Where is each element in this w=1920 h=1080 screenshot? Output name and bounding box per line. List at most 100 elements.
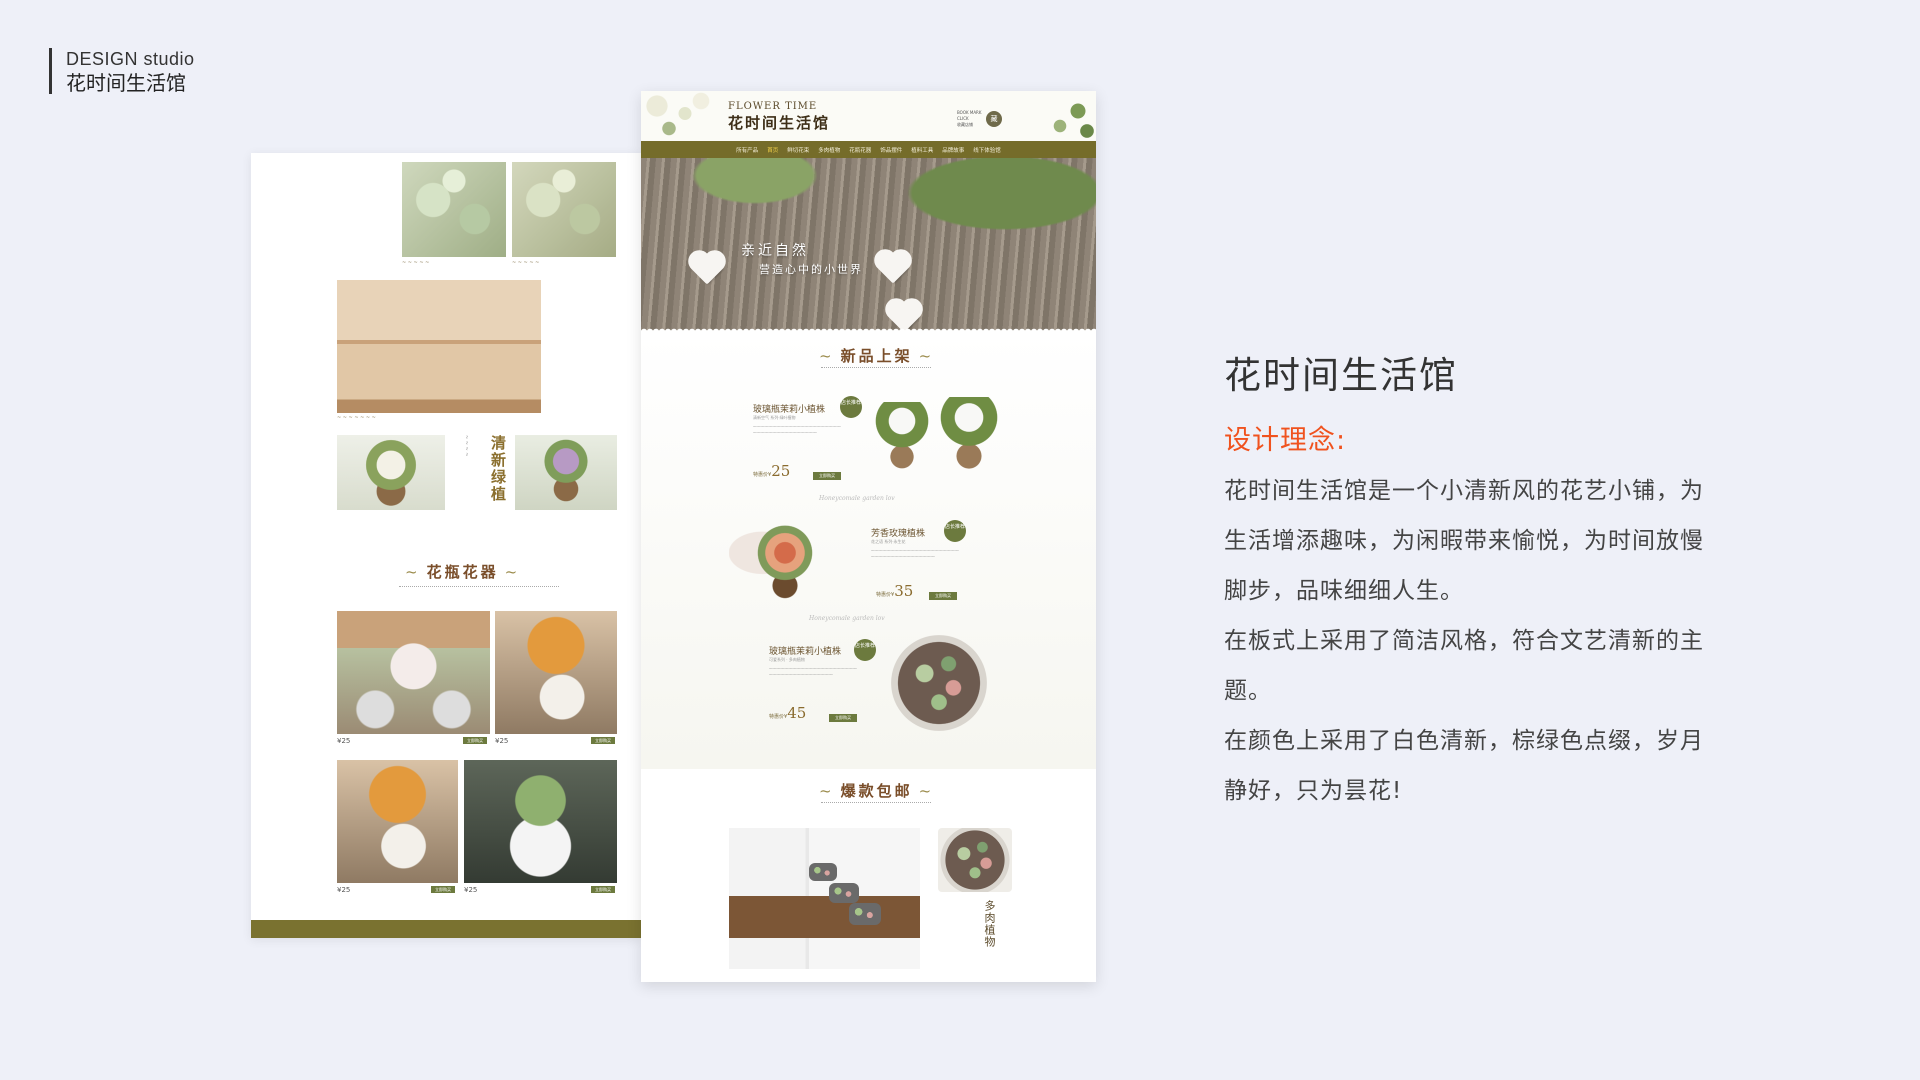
buy-button[interactable]: 立即购买	[591, 886, 615, 893]
mockup-left-panel: ~ ~ ~ ~ ~ ~ ~ ~ ~ ~ ~ ~ ~ ~ ~ ~ ~ ~ ~ ~ …	[251, 153, 641, 938]
recommend-badge: 店长推荐	[840, 396, 862, 418]
window-succulent-photo[interactable]	[729, 828, 920, 969]
nav-item-home[interactable]: 首页	[767, 146, 778, 154]
nav-item[interactable]: 植料工具	[911, 146, 933, 154]
brand-cn: 花时间生活馆	[66, 71, 186, 95]
wooden-plank	[729, 895, 920, 938]
succulent-planter	[829, 883, 859, 903]
footer-bar	[251, 916, 641, 938]
lavender-photo	[515, 435, 617, 510]
bookmark-text[interactable]: BOOK MARK CLICK 收藏店铺	[957, 110, 981, 128]
product-tag: 花之语 系列·永生花	[871, 539, 906, 544]
banner-subline: 营造心中的小世界	[759, 263, 863, 276]
nav-item[interactable]: 多肉植物	[818, 146, 840, 154]
hot-section: 爆款包邮 多肉植物	[641, 769, 1096, 982]
product-name[interactable]: 芳香玫瑰植株	[871, 526, 925, 539]
mockup-right-panel: FLOWER TIME 花时间生活馆 BOOK MARK CLICK 收藏店铺 …	[641, 91, 1096, 982]
product-name[interactable]: 玻璃瓶茉莉小植株	[753, 402, 825, 415]
item-price: ¥25	[495, 737, 509, 745]
nav-item[interactable]: 饰品摆件	[880, 146, 902, 154]
product-tag: 可爱系列 · 多肉植物	[769, 657, 805, 662]
jasmine-plant-image[interactable]	[936, 397, 1002, 479]
hero-banner[interactable]: 亲近自然 营造心中的小世界	[641, 158, 1096, 333]
heart-decoration	[691, 253, 723, 285]
flower-decoration	[641, 91, 721, 141]
script-divider: Honeycomale garden lov	[809, 615, 885, 622]
caption: ~ ~ ~ ~ ~ ~ ~	[337, 415, 376, 421]
buy-button[interactable]: 立即购买	[431, 886, 455, 893]
script-divider: Honeycomale garden lov	[819, 495, 895, 502]
succulent-bowl-image[interactable]	[891, 635, 987, 731]
caption: ~ ~ ~ ~ ~	[512, 260, 540, 266]
price-value: 45	[787, 704, 807, 722]
price-label: 特惠价¥	[753, 472, 772, 478]
description-paragraph: 花时间生活馆是一个小清新风的花艺小铺，为生活增添趣味，为闲暇带来愉悦，为时间放慢…	[1224, 478, 1704, 604]
description-paragraph: 在板式上采用了简洁风格，符合文艺清新的主题。	[1224, 628, 1704, 704]
succulent-box-photo	[512, 162, 616, 257]
product-price: 特惠价¥25	[753, 462, 790, 480]
bike-vase-photo[interactable]	[337, 611, 490, 734]
price-value: 25	[771, 462, 791, 480]
heart-decoration	[888, 301, 920, 333]
brand: DESIGN studio 花时间生活馆	[49, 48, 195, 95]
brand-en: DESIGN studio	[66, 49, 195, 69]
buy-button[interactable]: 立即购买	[463, 737, 487, 744]
item-price: ¥25	[337, 886, 351, 894]
buy-button[interactable]: 立即购买	[829, 714, 857, 722]
section-divider	[399, 586, 559, 589]
bookmark-line: 收藏店铺	[957, 122, 973, 127]
product-tag: 清新空气 系列·绿叶植物	[753, 415, 796, 420]
collect-icon[interactable]: 藏	[986, 111, 1002, 127]
banner-headline: 亲近自然	[741, 243, 809, 259]
nav-item[interactable]: 品牌故事	[942, 146, 964, 154]
section-divider	[821, 802, 931, 805]
rose-basket-image[interactable]	[729, 520, 841, 602]
shop-nav: 所有产品 首页 鲜切花束 多肉植物 花瓶花器 饰品摆件 植料工具 品牌故事 线下…	[641, 141, 1096, 158]
product-desc: ～～～～～～～～～～～～～～～～～～～～～～～～～～～～～～～～～～～～～～	[753, 424, 841, 435]
vase-section-title: 花瓶花器	[399, 561, 526, 582]
logo-cn: 花时间生活馆	[728, 114, 831, 132]
heart-decoration	[877, 252, 909, 284]
product-desc: ～～～～～～～～～～～～～～～～～～～～～～～～～～～～～～～～～～～～～～	[769, 666, 857, 677]
recommend-badge: 店长推荐	[944, 520, 966, 542]
orange-vase-photo-2[interactable]	[337, 760, 458, 883]
description-paragraph: 在颜色上采用了白色清新，棕绿色点缀，岁月静好，只为昙花!	[1224, 728, 1704, 804]
succulent-label: 多肉植物	[983, 900, 996, 948]
buy-button[interactable]: 立即购买	[591, 737, 615, 744]
succulent-photo	[402, 162, 506, 257]
nav-item[interactable]: 花瓶花器	[849, 146, 871, 154]
leaf-decoration	[1036, 91, 1096, 141]
shop-header: FLOWER TIME 花时间生活馆 BOOK MARK CLICK 收藏店铺 …	[641, 91, 1096, 141]
buy-button[interactable]: 立即购买	[929, 592, 957, 600]
logo-en: FLOWER TIME	[728, 101, 818, 112]
product-price: 特惠价¥35	[876, 582, 913, 600]
succulent-planter	[849, 903, 881, 925]
new-section-title: 新品上架	[813, 345, 940, 366]
concept-description: 花时间生活馆是一个小清新风的花艺小铺，为生活增添趣味，为闲暇带来愉悦，为时间放慢…	[1224, 466, 1704, 816]
nav-item[interactable]: 鲜切花束	[787, 146, 809, 154]
nav-item[interactable]: 所有产品	[736, 146, 758, 154]
price-value: 35	[894, 582, 914, 600]
product-name[interactable]: 玻璃瓶茉莉小植株	[769, 644, 841, 657]
succulent-bowl-image[interactable]	[938, 828, 1012, 892]
price-label: 特惠价¥	[769, 714, 788, 720]
new-products-section: 新品上架 玻璃瓶茉莉小植株 清新空气 系列·绿叶植物 ～～～～～～～～～～～～～…	[641, 332, 1096, 769]
fresh-plants-title: 清新绿植	[489, 435, 507, 503]
nav-item[interactable]: 线下体验馆	[973, 146, 1001, 154]
price-label: 特惠价¥	[876, 592, 895, 598]
section-divider	[821, 367, 931, 370]
jasmine-plant-image[interactable]	[871, 402, 933, 478]
item-price: ¥25	[464, 886, 478, 894]
succulent-planter	[809, 863, 837, 881]
caption: ~ ~ ~ ~ ~	[402, 260, 430, 266]
recommend-badge: 店长推荐	[854, 639, 876, 661]
orange-vase-photo[interactable]	[495, 611, 617, 734]
vertical-caption: ~ ~ ~ ~	[463, 435, 469, 457]
item-price: ¥25	[337, 737, 351, 745]
concept-label: 设计理念:	[1224, 425, 1347, 456]
product-desc: ～～～～～～～～～～～～～～～～～～～～～～～～～～～～～～～～～～～～～～	[871, 548, 959, 559]
buy-button[interactable]: 立即购买	[813, 472, 841, 480]
page-title: 花时间生活馆	[1224, 354, 1458, 397]
white-pot-photo[interactable]	[464, 760, 617, 883]
shelf-photo	[337, 280, 541, 413]
